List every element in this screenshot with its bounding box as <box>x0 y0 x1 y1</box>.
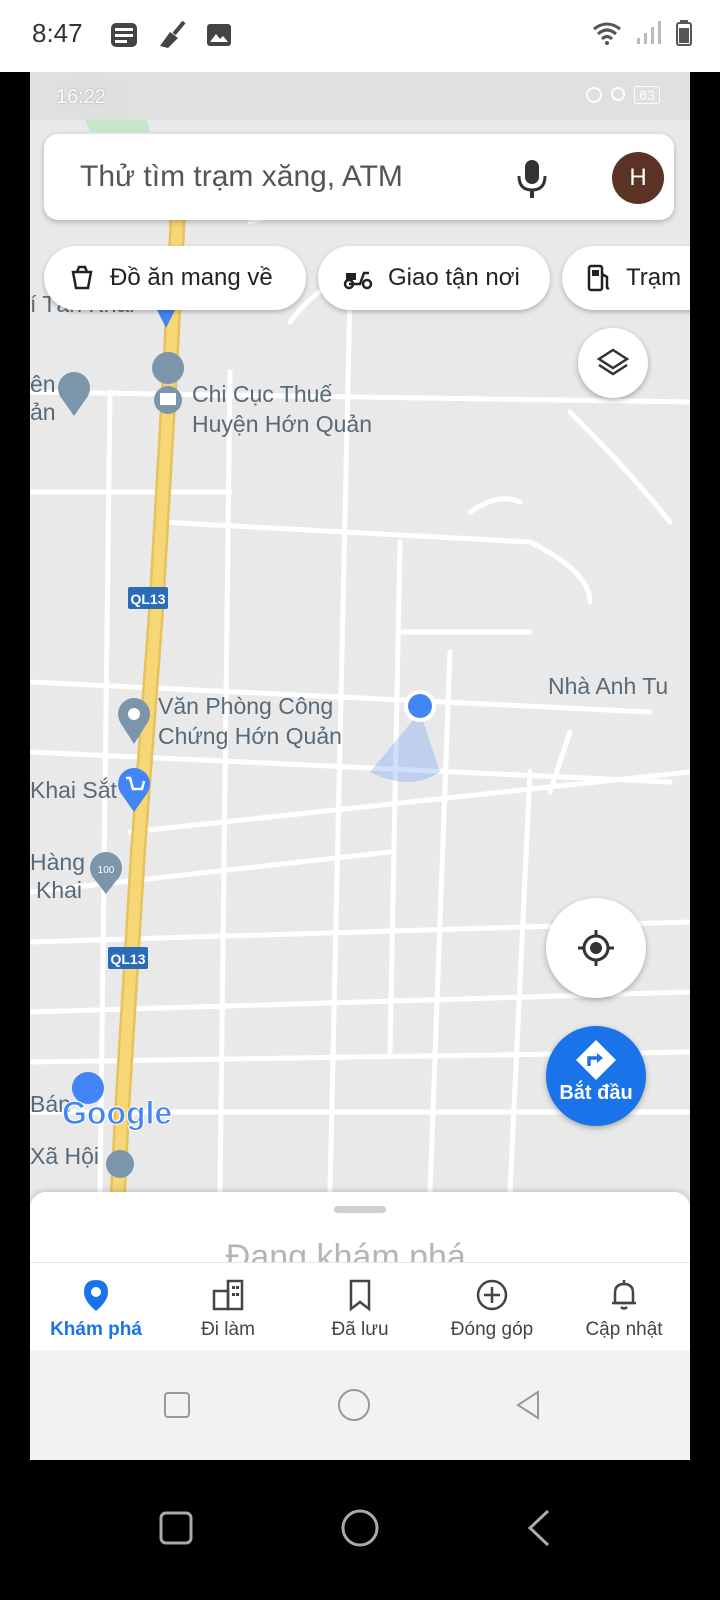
chip-label: Đồ ăn mang về <box>110 264 273 291</box>
layers-button[interactable] <box>578 328 648 398</box>
mic-icon[interactable] <box>512 156 552 200</box>
google-logo: Google <box>62 1095 172 1131</box>
my-location-icon <box>578 930 614 966</box>
layers-icon <box>596 348 630 376</box>
directions-icon <box>576 1040 616 1080</box>
start-navigation-button[interactable]: Bắt đầu <box>546 1026 646 1126</box>
image-icon <box>207 24 231 46</box>
commute-building-icon <box>212 1279 244 1311</box>
map-view[interactable]: QL13 QL13 100 í Chi Cục Thuế Huyện Hớn Q… <box>30 72 690 1192</box>
tab-commute[interactable]: Đi làm <box>162 1263 294 1351</box>
sheet-drag-handle[interactable] <box>334 1206 386 1213</box>
chip-gas-station[interactable]: Trạm <box>562 246 690 310</box>
tab-label: Khám phá <box>50 1319 142 1340</box>
chip-delivery[interactable]: Giao tận nơi <box>318 246 550 310</box>
tab-label: Đã lưu <box>331 1319 389 1340</box>
chip-takeout[interactable]: Đồ ăn mang về <box>44 246 306 310</box>
svg-text:100: 100 <box>98 865 115 876</box>
inner-battery-level: 63 <box>634 86 660 104</box>
tab-updates[interactable]: Cập nhật <box>558 1263 690 1351</box>
highway-shield-ql13: QL13 <box>130 591 165 607</box>
back-chevron-icon[interactable] <box>524 1508 554 1548</box>
place-label: Văn Phòng Công <box>158 693 333 719</box>
place-label: Chi Cục Thuế <box>192 381 332 407</box>
explore-pin-icon <box>84 1280 108 1311</box>
start-label: Bắt đầu <box>559 1082 633 1104</box>
tab-label: Đi làm <box>201 1319 255 1340</box>
highway-shield-ql13: QL13 <box>110 951 145 967</box>
gas-station-icon <box>587 264 610 292</box>
device-status-bar: 8:47 <box>0 0 720 72</box>
cleaner-broom-icon <box>160 20 186 48</box>
battery-icon <box>676 20 692 46</box>
takeout-icon <box>71 265 93 290</box>
account-avatar[interactable]: H <box>612 152 664 204</box>
place-label: Khai Sắt <box>30 777 118 803</box>
status-time: 8:47 <box>32 18 83 48</box>
place-label: Huyện Hớn Quản <box>192 411 372 437</box>
add-circle-icon <box>476 1279 508 1311</box>
inner-status-bar: 16:22 63 <box>30 72 690 120</box>
bookmark-icon <box>349 1279 371 1312</box>
place-label: Chứng Hớn Quản <box>158 723 342 749</box>
place-label: ản <box>30 399 56 425</box>
place-label: Hàng <box>30 849 85 875</box>
tab-label: Cập nhật <box>585 1319 663 1340</box>
search-input[interactable]: Thử tìm trạm xăng, ATM <box>80 160 403 194</box>
tab-contribute[interactable]: Đóng góp <box>426 1263 558 1351</box>
place-label: ên <box>30 371 56 397</box>
chip-label: Trạm <box>626 264 682 291</box>
chip-label: Giao tận nơi <box>388 264 520 291</box>
inner-navigation-bar <box>30 1350 690 1460</box>
back-triangle-icon[interactable] <box>512 1389 544 1421</box>
delivery-scooter-icon <box>343 271 373 290</box>
category-chips: Đồ ăn mang về Giao tận nơi Trạm <box>44 246 690 310</box>
device-navigation-bar <box>0 1460 720 1600</box>
tab-label: Đóng góp <box>450 1319 534 1340</box>
home-circle-icon[interactable] <box>340 1508 380 1548</box>
wifi-icon <box>593 22 621 45</box>
lock-icon <box>586 87 603 103</box>
news-app-icon <box>111 23 137 47</box>
tab-saved[interactable]: Đã lưu <box>294 1263 426 1351</box>
inner-status-time: 16:22 <box>56 86 107 108</box>
bell-icon <box>612 1280 636 1310</box>
maps-app-screen: QL13 QL13 100 í Chi Cục Thuế Huyện Hớn Q… <box>30 72 690 1460</box>
signal-icon <box>637 21 661 44</box>
bottom-pin-icon[interactable] <box>106 1150 134 1178</box>
recents-square-icon[interactable] <box>162 1390 192 1420</box>
location-icon <box>611 87 626 101</box>
bottom-tab-bar: Khám phá Đi làm Đã lưu Đóng góp Cập nhật <box>30 1262 690 1351</box>
home-circle-icon[interactable] <box>336 1387 372 1423</box>
place-label: Nhà Anh Tu <box>548 673 668 699</box>
tab-explore[interactable]: Khám phá <box>30 1263 162 1351</box>
place-label: Khai <box>36 877 82 903</box>
place-label: Xã Hội <box>30 1143 99 1169</box>
search-bar[interactable]: Thử tìm trạm xăng, ATM H <box>44 134 674 220</box>
my-location-button[interactable] <box>546 898 646 998</box>
recents-square-icon[interactable] <box>158 1510 194 1546</box>
